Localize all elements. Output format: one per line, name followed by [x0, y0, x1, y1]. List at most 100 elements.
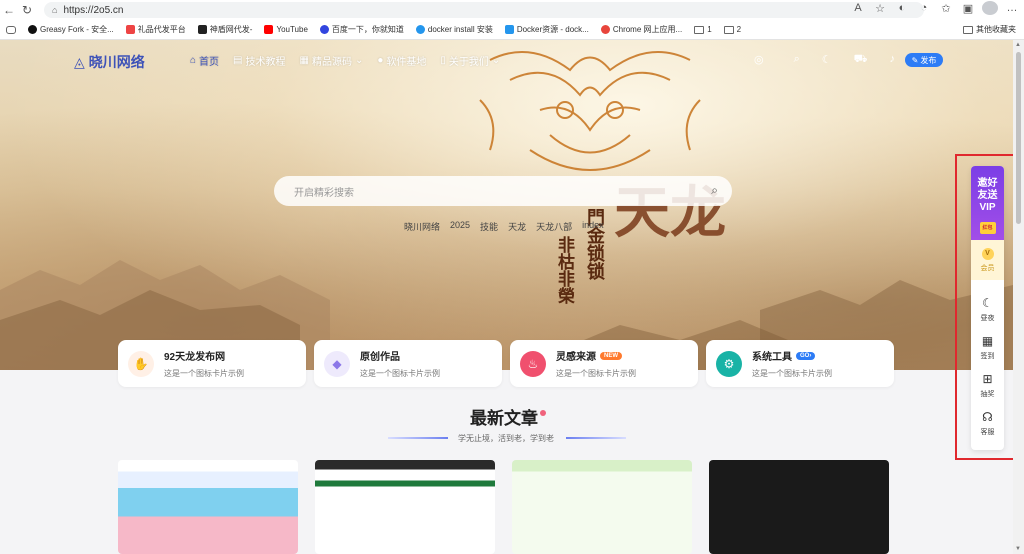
search-icon[interactable]: ⌕ [711, 183, 718, 198]
hand-icon: ✋ [128, 350, 154, 377]
info-icon: ▯ [440, 55, 446, 66]
tag-1[interactable]: 2025 [450, 220, 470, 233]
bookmarks-bar: Greasy Fork - 安全... 礼品代发平台 神盾网代发- YouTub… [0, 20, 1024, 40]
feature-card-1[interactable]: ◆ 原创作品这是一个图标卡片示例 [314, 340, 502, 387]
menu-about[interactable]: ▯ 关于我们 ⌄ [440, 53, 500, 68]
article-thumb-2[interactable] [512, 460, 692, 554]
cart-icon[interactable]: ⛟ [854, 53, 868, 67]
new-badge: NEW [600, 351, 622, 360]
menu-tutorials[interactable]: ▤ 技术教程 [233, 53, 285, 68]
bookmark-favicon [125, 25, 135, 34]
card-title: 92天龙发布网 [164, 352, 226, 363]
divider-left [388, 437, 448, 439]
pen-icon: ✎ [911, 55, 919, 65]
favorite-star-icon[interactable]: ☆ [872, 2, 888, 15]
scroll-down-icon[interactable]: ▼ [1015, 546, 1021, 552]
baidu-icon [319, 25, 329, 34]
scrollbar-thumb[interactable] [1016, 52, 1021, 224]
book-icon: ▤ [233, 55, 243, 66]
logo-icon: ◬ [74, 53, 85, 70]
docker-icon [415, 25, 425, 34]
tag-3[interactable]: 天龙 [508, 220, 526, 233]
reload-icon[interactable]: ↻ [18, 1, 36, 19]
bookmark-7[interactable]: Chrome 网上应用... [600, 24, 682, 35]
article-thumb-0[interactable] [118, 460, 298, 554]
chevron-down-icon: ⌄ [491, 55, 501, 66]
tag-2[interactable]: 技能 [480, 220, 498, 233]
highlight-box [955, 154, 1015, 460]
card-desc: 这是一个图标卡片示例 [556, 369, 636, 378]
tag-5[interactable]: index [582, 220, 604, 233]
more-menu-icon[interactable]: … [1004, 2, 1020, 14]
extension-icon[interactable]: ◐ [894, 2, 910, 14]
card-desc: 这是一个图标卡片示例 [360, 369, 440, 378]
site-logo[interactable]: ◬ 晓川网络 [74, 52, 145, 72]
home-icon: ⌂ [190, 55, 197, 66]
bookmark-1[interactable]: 礼品代发平台 [125, 24, 186, 35]
collections-icon[interactable]: ▣ [960, 2, 976, 15]
favorites-icon[interactable]: ✩ [938, 2, 954, 15]
search-icon[interactable]: ⌕ [794, 53, 800, 67]
bookmark-4[interactable]: 百度一下，你就知道 [319, 24, 404, 35]
calligraphy-side2: 非枯非榮 [554, 236, 574, 304]
menu-source[interactable]: ▦ 精品源码 ⌄ [300, 53, 364, 68]
url-text: https://2o5.cn [63, 4, 124, 16]
other-bookmarks[interactable]: 其他收藏夹 [963, 24, 1016, 35]
folder-icon [694, 25, 705, 34]
section-dot [540, 410, 546, 416]
app-icon: ● [377, 55, 384, 66]
section-subtitle: 学无止境，活到老，学到老 [458, 434, 554, 443]
article-thumb-3[interactable] [709, 460, 889, 554]
feature-cards: ✋ 92天龙发布网这是一个图标卡片示例 ◆ 原创作品这是一个图标卡片示例 ♨ 灵… [118, 340, 894, 387]
chevron-down-icon: ⌄ [354, 55, 364, 66]
card-title: 原创作品 [360, 352, 400, 363]
page-scrollbar[interactable]: ▲ ▼ [1013, 40, 1024, 554]
bookmark-folder-2[interactable]: 2 [723, 25, 741, 34]
go-badge: GO› [796, 351, 816, 360]
feature-card-0[interactable]: ✋ 92天龙发布网这是一个图标卡片示例 [118, 340, 306, 387]
card-desc: 这是一个图标卡片示例 [164, 369, 244, 378]
location-icon[interactable]: ◎ [754, 53, 764, 67]
folder-icon [963, 25, 973, 34]
browser-toolbar: ← ↻ ⌂ https://2o5.cn A ☆ ◐ ◔ ✩ ▣ … [0, 0, 1024, 20]
feature-card-2[interactable]: ♨ 灵感来源 NEW 这是一个图标卡片示例 [510, 340, 698, 387]
hero-search-input[interactable]: 开启精彩搜索 ⌕ [274, 176, 732, 206]
bell-icon[interactable]: ♪ [890, 53, 896, 67]
card-title: 灵感来源 NEW [556, 348, 636, 363]
tag-0[interactable]: 晓川网络 [404, 220, 440, 233]
menu-software[interactable]: ● 软件基地 [377, 53, 426, 68]
flame-icon: ♨ [520, 350, 546, 377]
tool-icon: ⚙ [716, 350, 742, 377]
bookmark-favicon [28, 25, 37, 34]
bookmark-0[interactable]: Greasy Fork - 安全... [28, 24, 114, 35]
bookmark-3[interactable]: YouTube [264, 25, 308, 34]
card-desc: 这是一个图标卡片示例 [752, 369, 832, 378]
scroll-up-icon[interactable]: ▲ [1015, 42, 1021, 48]
card-title: 系统工具 GO› [752, 348, 832, 363]
tab-switch-icon[interactable] [6, 25, 16, 34]
feature-card-3[interactable]: ⚙ 系统工具 GO› 这是一个图标卡片示例 [706, 340, 894, 387]
chrome-icon [600, 25, 610, 34]
bookmark-favicon [197, 25, 207, 34]
bookmark-6[interactable]: Docker资源 - dock... [504, 24, 589, 35]
refresh-ext-icon[interactable]: ◔ [916, 2, 932, 14]
moon-icon[interactable]: ☾ [822, 53, 832, 67]
back-icon[interactable]: ← [0, 1, 18, 19]
code-icon: ▦ [299, 55, 309, 66]
bookmark-2[interactable]: 神盾网代发- [197, 24, 252, 35]
article-thumb-1[interactable] [315, 460, 495, 554]
article-thumbnails [118, 460, 889, 554]
address-bar[interactable]: ⌂ https://2o5.cn [44, 2, 924, 18]
publish-button[interactable]: ✎ 发布 [905, 53, 943, 67]
diamond-icon: ◆ [324, 350, 350, 377]
menu-home[interactable]: ⌂ 首页 [190, 53, 219, 68]
folder-icon [723, 25, 734, 34]
divider-right [566, 437, 626, 439]
bookmark-folder-1[interactable]: 1 [694, 25, 712, 34]
tag-4[interactable]: 天龙八部 [536, 220, 572, 233]
search-placeholder: 开启精彩搜索 [294, 187, 354, 199]
bookmark-5[interactable]: docker install 安装 [415, 24, 493, 35]
profile-avatar[interactable] [982, 1, 998, 15]
lock-icon: ⌂ [52, 5, 58, 15]
read-aloud-icon[interactable]: A [850, 2, 866, 14]
